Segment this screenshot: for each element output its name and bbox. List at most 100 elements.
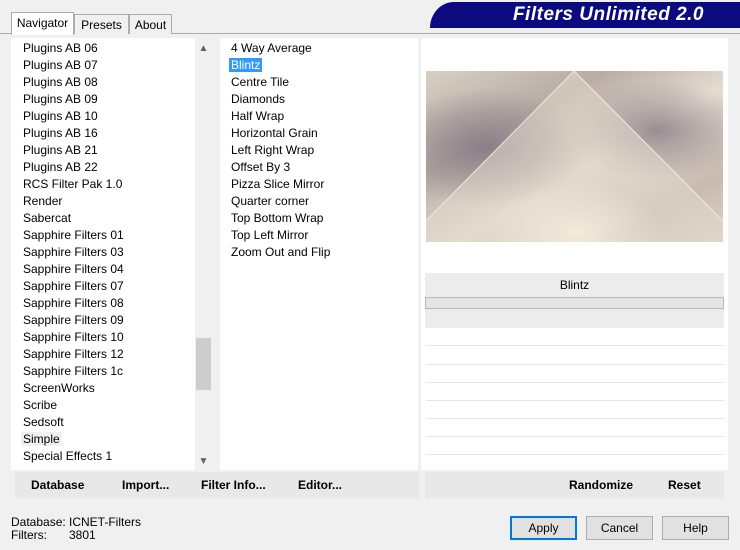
- filter-item-label: Pizza Slice Mirror: [231, 177, 325, 191]
- category-item-label: Sedsoft: [23, 415, 64, 429]
- category-item[interactable]: Sapphire Filters 01: [21, 227, 126, 244]
- category-item[interactable]: Sapphire Filters 08: [21, 295, 126, 312]
- category-item[interactable]: Sapphire Filters 03: [21, 244, 126, 261]
- category-item-label: Render: [23, 194, 63, 208]
- tab-navigator[interactable]: Navigator: [11, 12, 74, 35]
- category-item-label: Sapphire Filters 03: [23, 245, 124, 259]
- filter-info-button[interactable]: Filter Info...: [201, 478, 266, 492]
- category-item-label: Plugins AB 21: [23, 143, 98, 157]
- scroll-down-arrow-icon[interactable]: ▼: [195, 453, 212, 470]
- help-button[interactable]: Help: [662, 516, 729, 540]
- apply-button[interactable]: Apply: [510, 516, 577, 540]
- randomize-button[interactable]: Randomize: [569, 478, 633, 492]
- filter-item-label: Top Bottom Wrap: [231, 211, 324, 225]
- preview-image: [426, 71, 723, 242]
- filter-item[interactable]: Top Bottom Wrap: [229, 210, 332, 227]
- database-status-label: Database:: [11, 515, 66, 529]
- category-item[interactable]: Sapphire Filters 09: [21, 312, 126, 329]
- category-item[interactable]: Simple: [21, 431, 126, 448]
- database-button[interactable]: Database: [31, 478, 84, 492]
- category-item-label: Plugins AB 09: [23, 92, 98, 106]
- category-item[interactable]: Plugins AB 08: [21, 74, 126, 91]
- category-item-label: Plugins AB 16: [23, 126, 98, 140]
- filter-item-label: Half Wrap: [231, 109, 285, 123]
- divider: [426, 364, 724, 365]
- category-item-label: Sapphire Filters 01: [23, 228, 124, 242]
- category-item-label: Sapphire Filters 10: [23, 330, 124, 344]
- filter-item[interactable]: Diamonds: [229, 91, 332, 108]
- category-item[interactable]: Plugins AB 09: [21, 91, 126, 108]
- divider: [426, 436, 724, 437]
- category-item[interactable]: Plugins AB 22: [21, 159, 126, 176]
- category-item-label: Plugins AB 07: [23, 58, 98, 72]
- category-item[interactable]: Plugins AB 07: [21, 57, 126, 74]
- category-item[interactable]: Sapphire Filters 1c: [21, 363, 126, 380]
- scroll-up-arrow-icon[interactable]: ▲: [195, 40, 212, 57]
- category-item[interactable]: Sapphire Filters 12: [21, 346, 126, 363]
- category-item[interactable]: RCS Filter Pak 1.0: [21, 176, 126, 193]
- category-item[interactable]: Special Effects 1: [21, 448, 126, 465]
- filter-list[interactable]: 4 Way Average Blintz Centre Tile Diamonds Ha…: [229, 40, 332, 261]
- filter-item[interactable]: Centre Tile: [229, 74, 332, 91]
- filter-item-label: Zoom Out and Flip: [231, 245, 331, 259]
- filter-item-label: Horizontal Grain: [231, 126, 318, 140]
- filter-item[interactable]: Left Right Wrap: [229, 142, 332, 159]
- category-item[interactable]: Plugins AB 06: [21, 40, 126, 57]
- category-item[interactable]: Plugins AB 21: [21, 142, 126, 159]
- parameter-slider[interactable]: [425, 297, 724, 309]
- category-item[interactable]: Sapphire Filters 07: [21, 278, 126, 295]
- filter-item[interactable]: Top Left Mirror: [229, 227, 332, 244]
- scrollbar-thumb[interactable]: [196, 338, 211, 390]
- category-item[interactable]: Render: [21, 193, 126, 210]
- cancel-button[interactable]: Cancel: [586, 516, 653, 540]
- category-item[interactable]: Scribe: [21, 397, 126, 414]
- category-item-label: Sapphire Filters 09: [23, 313, 124, 327]
- category-item-label: Simple: [21, 432, 62, 446]
- filter-item-label: Diamonds: [231, 92, 286, 106]
- filter-item-label: Blintz: [229, 58, 263, 72]
- divider: [426, 418, 724, 419]
- filter-item[interactable]: Quarter corner: [229, 193, 332, 210]
- divider: [426, 454, 724, 455]
- category-item-label: Special Effects 1: [23, 449, 113, 463]
- import-button[interactable]: Import...: [122, 478, 169, 492]
- app-banner: Filters Unlimited 2.0: [430, 2, 740, 28]
- category-item-label: Plugins AB 22: [23, 160, 98, 174]
- divider: [426, 345, 724, 346]
- category-item-label: Sapphire Filters 12: [23, 347, 124, 361]
- category-item[interactable]: Sedsoft: [21, 414, 126, 431]
- filter-item-label: Top Left Mirror: [231, 228, 309, 242]
- category-item[interactable]: Sabercat: [21, 210, 126, 227]
- category-item-label: Plugins AB 08: [23, 75, 98, 89]
- category-item[interactable]: Sapphire Filters 04: [21, 261, 126, 278]
- reset-button[interactable]: Reset: [668, 478, 701, 492]
- category-item-label: Sabercat: [23, 211, 72, 225]
- category-item[interactable]: Sapphire Filters 10: [21, 329, 126, 346]
- editor-button[interactable]: Editor...: [298, 478, 342, 492]
- filters-status-value: 3801: [69, 528, 96, 542]
- filter-item[interactable]: Blintz: [229, 57, 332, 74]
- tab-presets[interactable]: Presets: [74, 14, 129, 34]
- filter-item[interactable]: Zoom Out and Flip: [229, 244, 332, 261]
- category-list[interactable]: Plugins AB 06 Plugins AB 07 Plugins AB 08 P…: [21, 40, 126, 465]
- filter-item[interactable]: Horizontal Grain: [229, 125, 332, 142]
- category-scrollbar[interactable]: ▲ ▼: [195, 38, 212, 470]
- category-item[interactable]: ScreenWorks: [21, 380, 126, 397]
- filter-item[interactable]: 4 Way Average: [229, 40, 332, 57]
- filter-item[interactable]: Pizza Slice Mirror: [229, 176, 332, 193]
- category-item[interactable]: Plugins AB 10: [21, 108, 126, 125]
- category-item-label: Sapphire Filters 1c: [23, 364, 124, 378]
- divider: [426, 400, 724, 401]
- category-item-label: Sapphire Filters 07: [23, 279, 124, 293]
- divider: [426, 382, 724, 383]
- filter-item-label: Centre Tile: [231, 75, 290, 89]
- filter-item[interactable]: Half Wrap: [229, 108, 332, 125]
- category-item-label: Plugins AB 06: [23, 41, 98, 55]
- category-item-label: Sapphire Filters 08: [23, 296, 124, 310]
- category-item-label: Scribe: [23, 398, 58, 412]
- filter-item[interactable]: Offset By 3: [229, 159, 332, 176]
- category-item[interactable]: Plugins AB 16: [21, 125, 126, 142]
- category-item-label: Sapphire Filters 04: [23, 262, 124, 276]
- tab-about[interactable]: About: [129, 14, 172, 34]
- category-item-label: ScreenWorks: [23, 381, 95, 395]
